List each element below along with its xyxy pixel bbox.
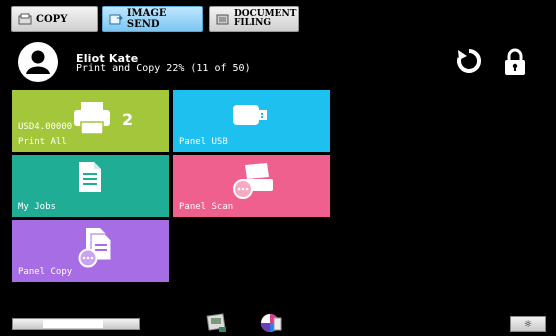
brightness-icon: ☼	[524, 317, 532, 331]
brightness-button[interactable]: ☼	[510, 316, 546, 332]
copy-icon	[18, 13, 32, 25]
tile-panel-usb-label: Panel USB	[179, 137, 228, 147]
status-field-inner	[43, 320, 103, 328]
tile-my-jobs-label: My Jobs	[18, 202, 56, 212]
job-status-icon[interactable]	[206, 312, 228, 334]
tile-panel-scan[interactable]: Panel Scan	[173, 155, 330, 217]
quota-usage: Print and Copy 22% (11 of 50)	[76, 63, 251, 74]
usb-icon	[233, 105, 267, 125]
lock-icon[interactable]	[503, 47, 527, 77]
tab-document-filing-line2: FILING	[234, 18, 272, 28]
printer-icon	[74, 102, 110, 135]
tab-image-send[interactable]: IMAGE SEND	[102, 6, 203, 32]
tile-my-jobs[interactable]: My Jobs	[12, 155, 169, 217]
tile-panel-usb[interactable]: Panel USB	[173, 90, 330, 152]
tab-image-send-label: IMAGE SEND	[126, 8, 167, 30]
tile-print-all[interactable]: 2 USD4.00000 Print All	[12, 90, 169, 152]
tab-copy[interactable]: COPY	[11, 6, 98, 32]
document-filing-icon	[216, 14, 229, 25]
refresh-icon[interactable]	[455, 47, 483, 77]
avatar	[18, 42, 58, 82]
tab-copy-label: COPY	[36, 13, 68, 25]
document-icon	[79, 162, 101, 192]
color-mode-icon[interactable]	[260, 312, 282, 334]
tile-panel-copy-label: Panel Copy	[18, 267, 73, 277]
user-icon	[19, 43, 57, 81]
status-field[interactable]	[12, 318, 140, 330]
scanner-icon	[233, 163, 273, 199]
image-send-icon	[109, 14, 123, 25]
print-cost: USD4.00000	[18, 122, 73, 132]
tile-panel-scan-label: Panel Scan	[179, 202, 234, 212]
tab-document-filing[interactable]: DOCUMENT FILING	[209, 6, 299, 32]
tab-document-filing-label: DOCUMENT FILING	[234, 10, 296, 28]
tile-panel-copy[interactable]: Panel Copy	[12, 220, 169, 282]
copy-document-icon	[78, 228, 112, 268]
print-job-count: 2	[122, 110, 134, 129]
tile-print-all-label: Print All	[18, 137, 67, 147]
